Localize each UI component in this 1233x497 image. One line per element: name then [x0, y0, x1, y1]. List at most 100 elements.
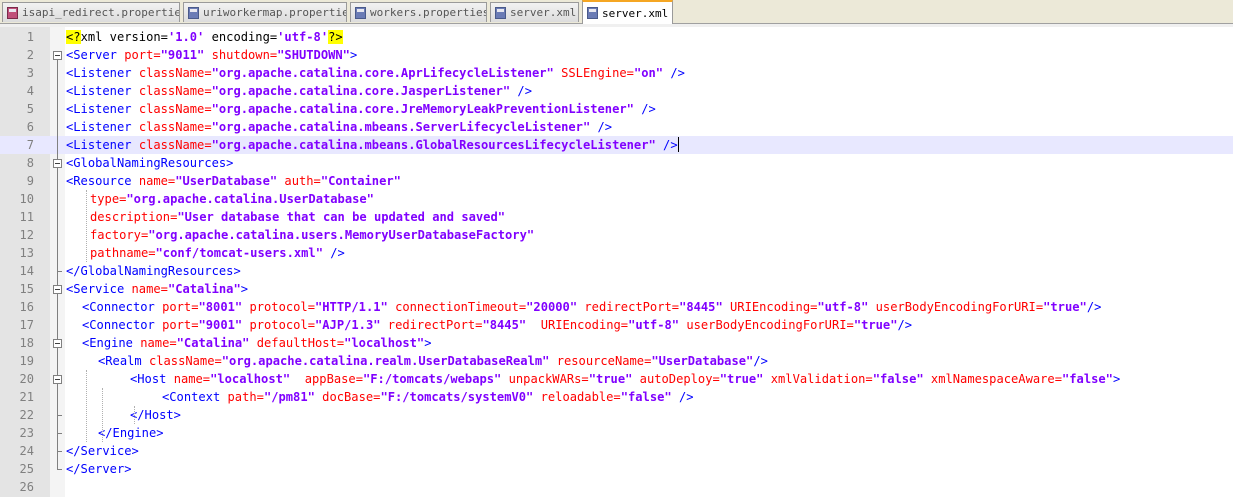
xml-val-token: "conf/tomcat-users.xml" — [155, 246, 323, 260]
code-line[interactable]: 26 — [0, 478, 1233, 496]
line-number: 15 — [19, 282, 34, 296]
line-number: 6 — [26, 120, 34, 134]
fold-guide — [50, 262, 65, 280]
xml-val-token: "on" — [633, 66, 664, 80]
fold-toggle-icon[interactable] — [50, 280, 65, 298]
code-text[interactable]: <Listener className="org.apache.catalina… — [66, 64, 685, 82]
xml-pival-token: 'utf-8' — [277, 30, 329, 44]
xml-val-token: "/pm81" — [263, 390, 315, 404]
line-number: 20 — [19, 372, 34, 386]
code-text[interactable]: <Listener className="org.apache.catalina… — [66, 136, 679, 154]
code-line[interactable]: 12 factory="org.apache.catalina.users.Mem… — [0, 226, 1233, 244]
code-line[interactable]: 2 <Server port="9011" shutdown="SHUTDOWN"… — [0, 46, 1233, 64]
code-text[interactable]: <Engine name="Catalina" defaultHost="loc… — [82, 334, 432, 352]
code-line[interactable]: 19 <Realm className="org.apache.catalina.… — [0, 352, 1233, 370]
xml-tag-token: <Listener — [66, 84, 139, 98]
code-text[interactable]: pathname="conf/tomcat-users.xml" /> — [90, 244, 345, 262]
tab-isapi-redirect-properties[interactable]: isapi_redirect.properties — [2, 2, 180, 22]
code-line[interactable]: 6 <Listener className="org.apache.catalin… — [0, 118, 1233, 136]
tab-workers-properties[interactable]: workers.properties — [350, 2, 487, 22]
code-line[interactable]: 13 pathname="conf/tomcat-users.xml" /> — [0, 244, 1233, 262]
code-text[interactable]: </Host> — [130, 406, 181, 424]
code-text[interactable]: <Host name="localhost" appBase="F:/tomca… — [130, 370, 1120, 388]
code-line[interactable]: 18 <Engine name="Catalina" defaultHost="l… — [0, 334, 1233, 352]
code-line[interactable]: 20 <Host name="localhost" appBase="F:/tom… — [0, 370, 1233, 388]
code-text[interactable]: </Server> — [66, 460, 132, 478]
file-icon — [188, 6, 199, 19]
xml-attr-token: SSLEngine= — [553, 66, 634, 80]
code-text[interactable]: <Context path="/pm81" docBase="F:/tomcat… — [162, 388, 694, 406]
xml-tag-token: <Server — [66, 48, 125, 62]
code-line[interactable]: 1 <?xml version='1.0' encoding='utf-8'?> — [0, 28, 1233, 46]
code-line[interactable]: 10 type="org.apache.catalina.UserDatabase… — [0, 190, 1233, 208]
code-line[interactable]: 21 <Context path="/pm81" docBase="F:/tomc… — [0, 388, 1233, 406]
tab-server-xml[interactable]: server.xml — [490, 2, 579, 22]
xml-val-token: "org.apache.catalina.core.JasperListener… — [211, 84, 511, 98]
line-number: 8 — [26, 156, 34, 170]
xml-val-token: "F:/tomcats/webaps" — [363, 372, 502, 386]
xml-attr-token: URIEncoding= — [526, 318, 629, 332]
code-line[interactable]: 16 <Connector port="8001" protocol="HTTP/… — [0, 298, 1233, 316]
xml-val-token: "false" — [1062, 372, 1113, 386]
code-line[interactable]: 14 </GlobalNamingResources> — [0, 262, 1233, 280]
xml-attr-token: connectionTimeout= — [387, 300, 527, 314]
code-text[interactable]: <GlobalNamingResources> — [66, 154, 233, 172]
code-line[interactable]: 24 </Service> — [0, 442, 1233, 460]
xml-val-token: "Container" — [320, 174, 401, 188]
tab-uriworkermap-properties[interactable]: uriworkermap.properties — [183, 2, 347, 22]
code-text[interactable]: <Connector port="9001" protocol="AJP/1.3… — [82, 316, 912, 334]
code-text[interactable]: <Connector port="8001" protocol="HTTP/1.… — [82, 298, 1101, 316]
code-text[interactable]: <Listener className="org.apache.catalina… — [66, 100, 656, 118]
code-line[interactable]: 5 <Listener className="org.apache.catalin… — [0, 100, 1233, 118]
code-line[interactable]: 23 </Engine> — [0, 424, 1233, 442]
line-number: 14 — [19, 264, 34, 278]
code-text[interactable]: <Server port="9011" shutdown="SHUTDOWN"> — [66, 46, 357, 64]
fold-toggle-icon[interactable] — [50, 334, 65, 352]
code-text[interactable]: <Listener className="org.apache.catalina… — [66, 118, 612, 136]
code-editor[interactable]: 1 <?xml version='1.0' encoding='utf-8'?> 2… — [0, 27, 1233, 497]
line-number: 25 — [19, 462, 34, 476]
fold-guide — [50, 118, 65, 136]
xml-attr-token: description= — [90, 210, 178, 224]
code-text[interactable]: type="org.apache.catalina.UserDatabase" — [90, 190, 374, 208]
code-text[interactable]: <?xml version='1.0' encoding='utf-8'?> — [66, 28, 343, 46]
code-line[interactable]: 17 <Connector port="9001" protocol="AJP/1… — [0, 316, 1233, 334]
tab-server-xml-active[interactable]: server.xml — [582, 0, 673, 24]
fold-toggle-icon[interactable] — [50, 154, 65, 172]
xml-val-token: "false" — [620, 390, 672, 404]
line-number: 4 — [26, 84, 34, 98]
code-text[interactable]: </Service> — [66, 442, 139, 460]
fold-toggle-icon[interactable] — [50, 370, 65, 388]
code-text[interactable]: </Engine> — [98, 424, 164, 442]
xml-val-token: "8445" — [679, 300, 723, 314]
code-text[interactable]: <Realm className="org.apache.catalina.re… — [98, 352, 768, 370]
xml-attr-token: name= — [138, 174, 176, 188]
xml-tag-token: /> — [633, 102, 656, 116]
code-text[interactable]: description="User database that can be u… — [90, 208, 505, 226]
xml-attr-token: port= — [162, 300, 199, 314]
line-number: 12 — [19, 228, 34, 242]
code-line[interactable]: 11 description="User database that can be… — [0, 208, 1233, 226]
code-text[interactable]: </GlobalNamingResources> — [66, 262, 241, 280]
line-number: 24 — [19, 444, 34, 458]
code-line[interactable]: 8 <GlobalNamingResources> — [0, 154, 1233, 172]
xml-attr-token: auth= — [277, 174, 321, 188]
code-line[interactable]: 22 </Host> — [0, 406, 1233, 424]
fold-guide — [50, 82, 65, 100]
fold-toggle-icon[interactable] — [50, 46, 65, 64]
code-text[interactable]: <Listener className="org.apache.catalina… — [66, 82, 532, 100]
xml-val-token: "Catalina" — [167, 282, 241, 296]
code-line[interactable]: 25 </Server> — [0, 460, 1233, 478]
code-line[interactable]: 4 <Listener className="org.apache.catalin… — [0, 82, 1233, 100]
code-line[interactable]: 3 <Listener className="org.apache.catalin… — [0, 64, 1233, 82]
code-text[interactable]: factory="org.apache.catalina.users.Memor… — [90, 226, 534, 244]
code-text[interactable]: <Resource name="UserDatabase" auth="Cont… — [66, 172, 401, 190]
line-number: 21 — [19, 390, 34, 404]
xml-attr-token: shutdown= — [204, 48, 278, 62]
xml-tag-token: <Context — [162, 390, 228, 404]
code-line[interactable]: 15 <Service name="Catalina"> — [0, 280, 1233, 298]
code-line[interactable]: 7 <Listener className="org.apache.catalin… — [0, 136, 1233, 154]
xml-attr-token: pathname= — [90, 246, 156, 260]
code-text[interactable]: <Service name="Catalina"> — [66, 280, 248, 298]
code-line[interactable]: 9 <Resource name="UserDatabase" auth="Con… — [0, 172, 1233, 190]
